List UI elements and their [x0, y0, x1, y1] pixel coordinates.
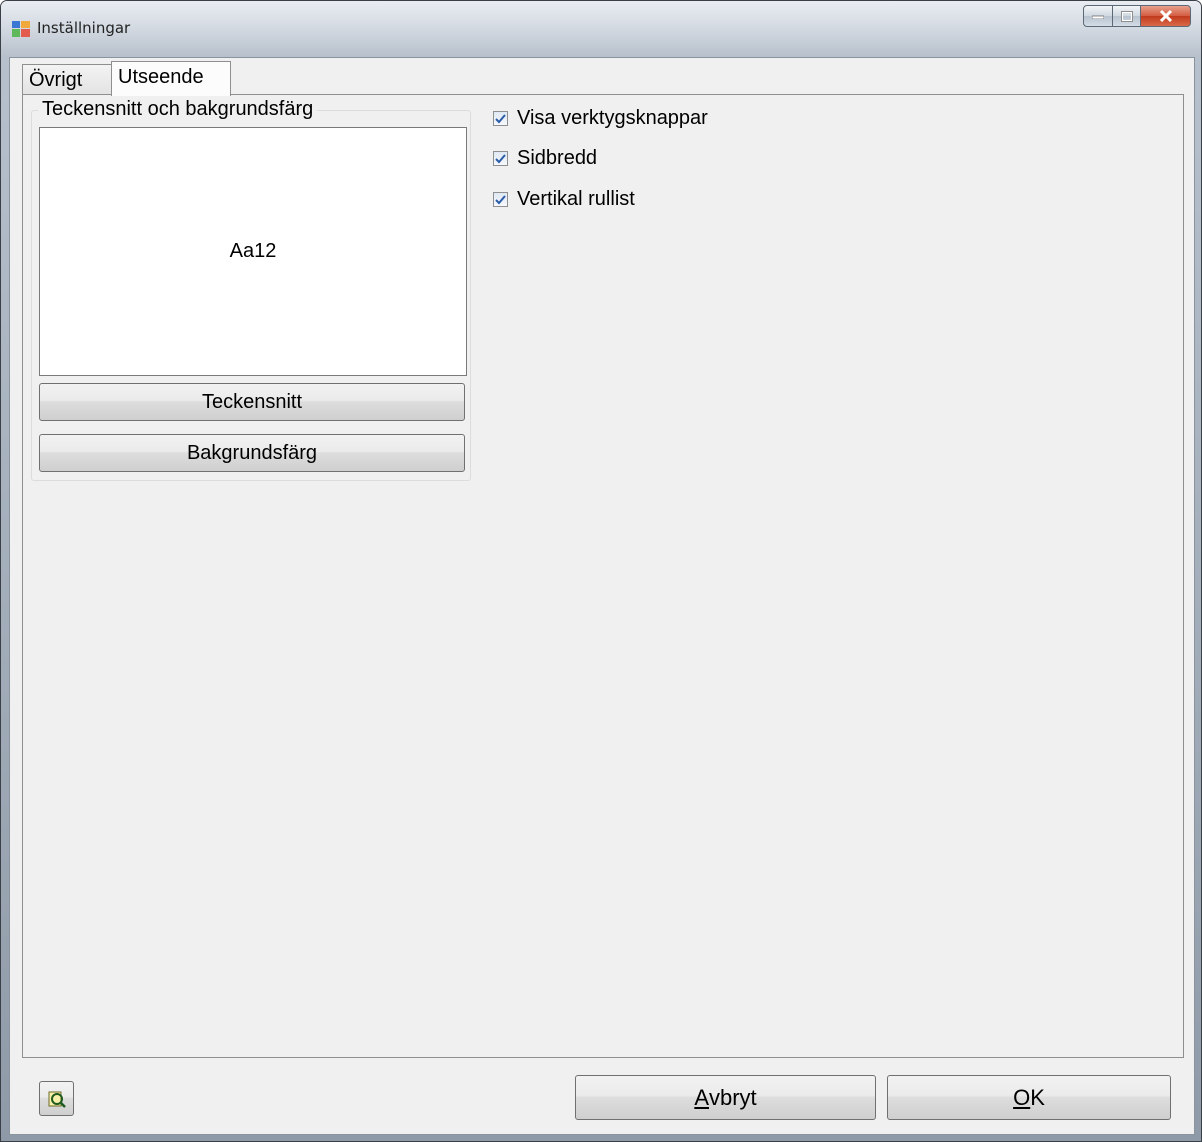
cancel-label: vbryt [709, 1084, 757, 1110]
font-preview-box: Aa12 [39, 127, 467, 376]
maximize-button[interactable] [1113, 5, 1141, 27]
checkbox-label: Visa verktygsknappar [517, 107, 708, 129]
close-icon [1159, 10, 1172, 22]
cancel-accelerator: A [694, 1084, 709, 1110]
preview-text: Aa12 [229, 240, 277, 262]
checkmark-icon [495, 194, 506, 204]
group-title: Teckensnitt och bakgrundsfärg [38, 98, 318, 121]
tab-ovrigt[interactable]: Övrigt [22, 64, 112, 95]
ok-accelerator: O [1013, 1084, 1031, 1110]
help-button[interactable] [39, 1081, 74, 1116]
minimize-icon [1092, 15, 1104, 19]
app-icon [12, 21, 30, 37]
tab-panel-utseende: Teckensnitt och bakgrundsfärg Aa12 Tecke… [22, 94, 1184, 1058]
window-controls [1083, 5, 1191, 29]
ok-button[interactable]: OK [887, 1075, 1171, 1120]
close-button[interactable] [1141, 5, 1191, 27]
checkbox-page-width[interactable] [493, 151, 508, 166]
checkbox-label: Vertikal rullist [517, 188, 635, 210]
checkbox-toolbar-buttons[interactable] [493, 111, 508, 126]
checkbox-row-page-width[interactable]: Sidbredd [493, 147, 597, 170]
cancel-button[interactable]: Avbryt [575, 1075, 876, 1120]
checkmark-icon [495, 153, 506, 163]
dialog-client-area: Övrigt Utseende Teckensnitt och bakgrund… [9, 57, 1195, 1135]
help-search-icon [48, 1091, 66, 1108]
window-title: Inställningar [37, 19, 131, 37]
font-button[interactable]: Teckensnitt [39, 383, 465, 421]
ok-label: K [1030, 1084, 1045, 1110]
minimize-button[interactable] [1083, 5, 1113, 27]
checkbox-row-vertical-scrollbar[interactable]: Vertikal rullist [493, 188, 635, 211]
font-background-group: Teckensnitt och bakgrundsfärg Aa12 Tecke… [31, 98, 471, 481]
checkbox-label: Sidbredd [517, 147, 598, 169]
maximize-icon [1120, 10, 1133, 22]
tab-utseende[interactable]: Utseende [111, 61, 231, 96]
checkbox-row-toolbar-buttons[interactable]: Visa verktygsknappar [493, 107, 708, 130]
checkmark-icon [495, 113, 506, 123]
checkbox-vertical-scrollbar[interactable] [493, 192, 508, 207]
settings-window: Inställningar Övrigt Utseende Teckensnit… [0, 0, 1202, 1142]
background-color-button[interactable]: Bakgrundsfärg [39, 434, 465, 472]
title-bar[interactable]: Inställningar [1, 1, 1201, 57]
